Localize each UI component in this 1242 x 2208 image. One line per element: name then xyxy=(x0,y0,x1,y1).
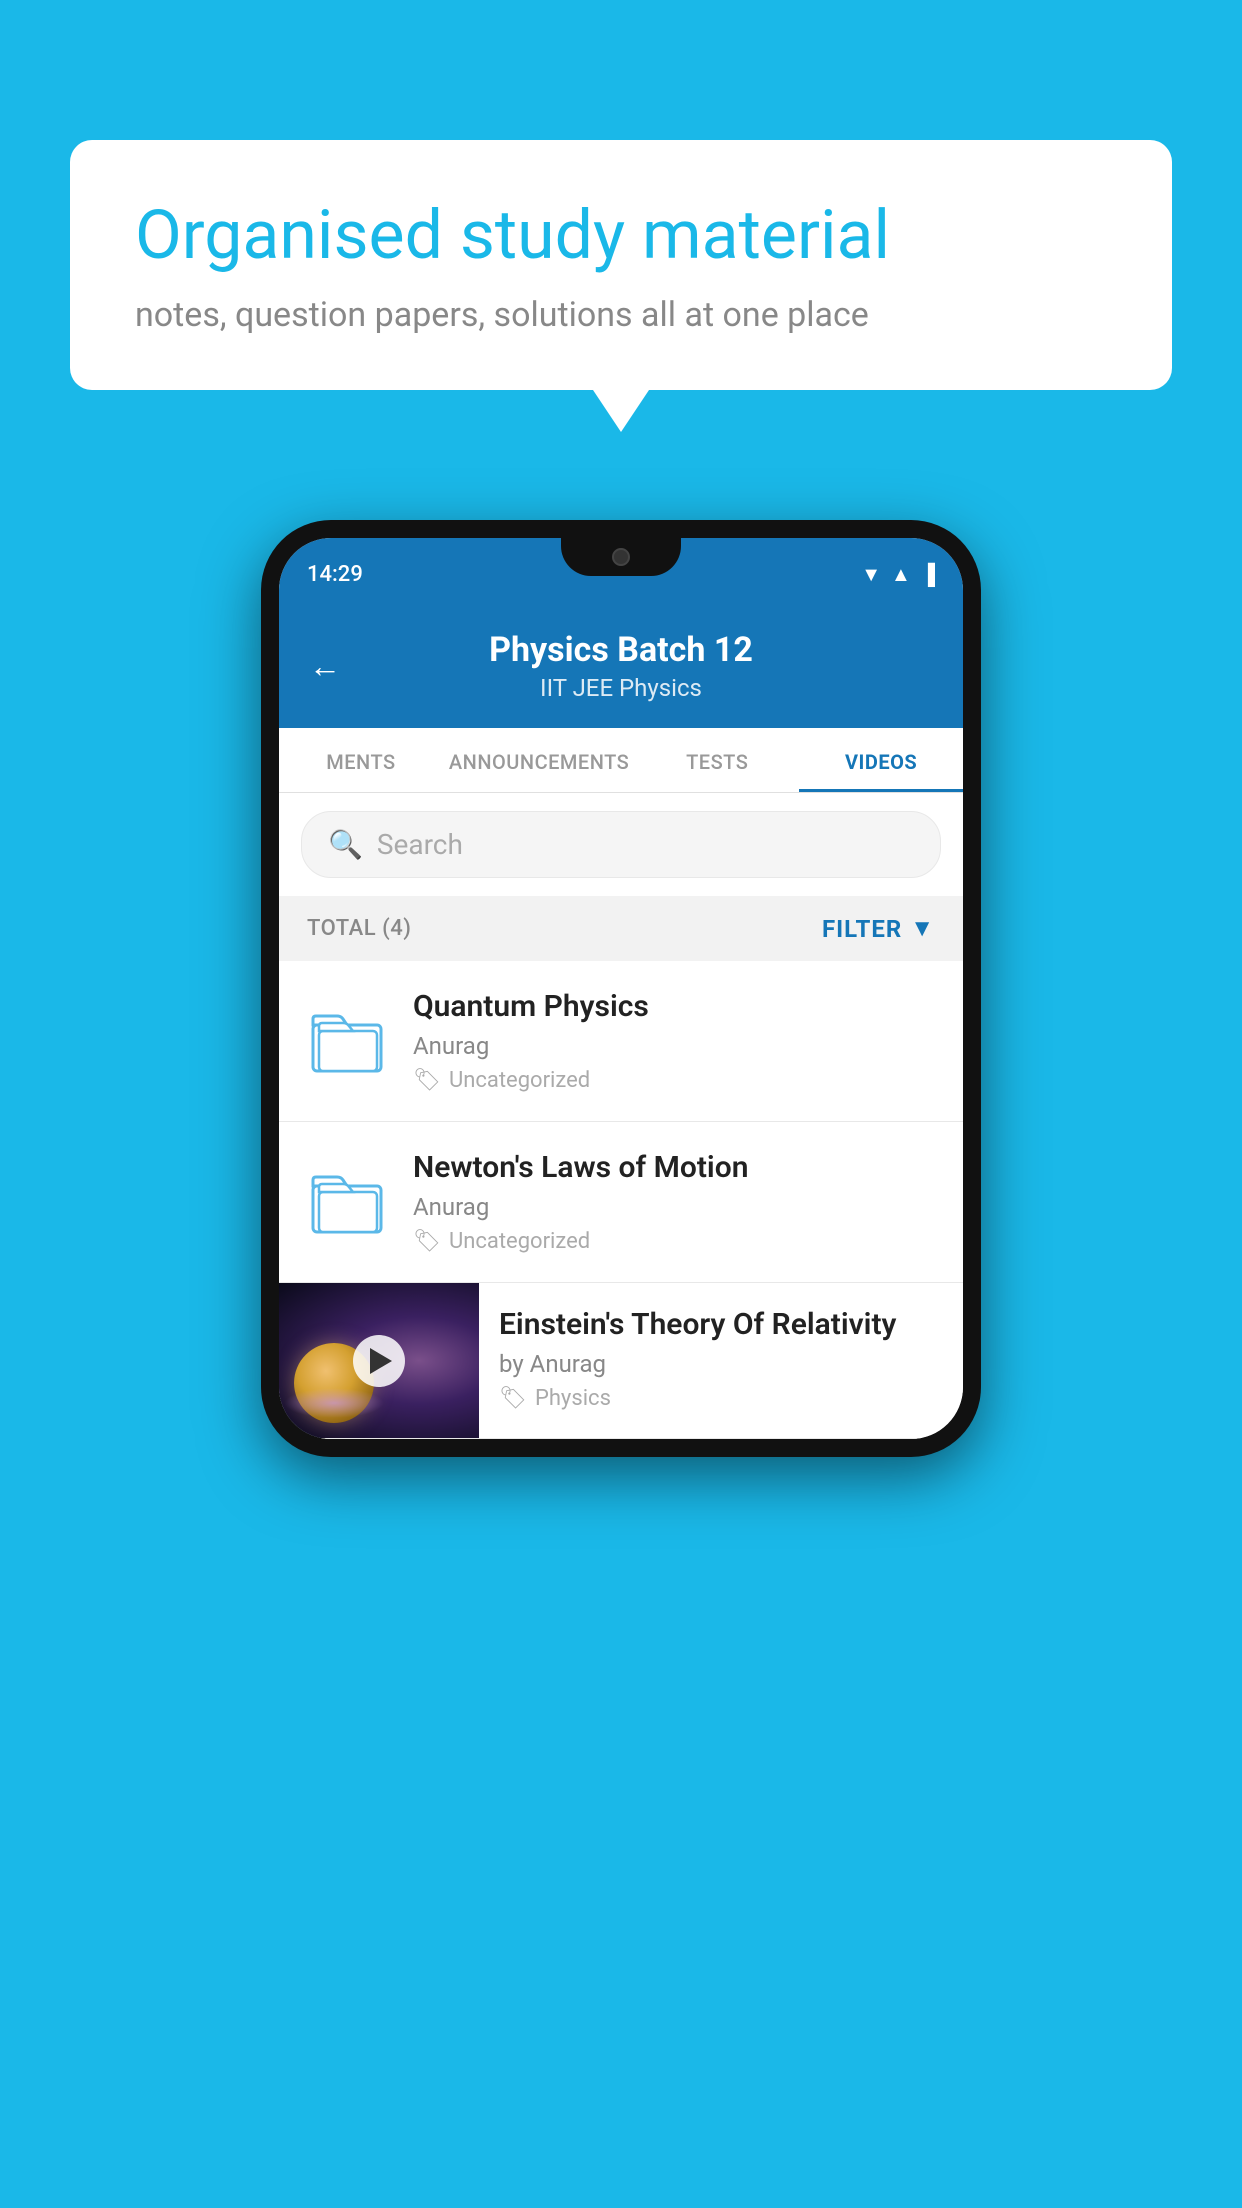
thumbnail-glow xyxy=(284,1388,384,1418)
wifi-icon: ▼ xyxy=(861,562,881,587)
list-item[interactable]: Einstein's Theory Of Relativity by Anura… xyxy=(279,1283,963,1439)
play-icon xyxy=(370,1348,392,1374)
folder-thumbnail-2 xyxy=(303,1158,391,1246)
list-item[interactable]: Quantum Physics Anurag 🏷 Uncategorized xyxy=(279,961,963,1122)
play-button[interactable] xyxy=(353,1335,405,1387)
folder-icon-2 xyxy=(311,1170,383,1235)
video-title-1: Quantum Physics xyxy=(413,989,939,1024)
video-author-1: Anurag xyxy=(413,1032,939,1060)
folder-thumbnail-1 xyxy=(303,997,391,1085)
tab-tests[interactable]: TESTS xyxy=(635,728,799,792)
einstein-tag-label: Physics xyxy=(535,1386,611,1411)
einstein-tag-icon: 🏷 xyxy=(499,1386,527,1411)
video-list: Quantum Physics Anurag 🏷 Uncategorized xyxy=(279,961,963,1439)
tag-row-1: 🏷 Uncategorized xyxy=(413,1068,939,1093)
einstein-title: Einstein's Theory Of Relativity xyxy=(499,1307,943,1342)
header-title-area: Physics Batch 12 IIT JEE Physics xyxy=(361,630,881,702)
filter-label: FILTER xyxy=(822,915,902,943)
tag-row-2: 🏷 Uncategorized xyxy=(413,1229,939,1254)
search-bar[interactable]: 🔍 Search xyxy=(301,811,941,878)
phone-notch xyxy=(561,538,681,576)
bubble-title: Organised study material xyxy=(135,195,1107,277)
search-icon: 🔍 xyxy=(328,828,363,861)
video-info-1: Quantum Physics Anurag 🏷 Uncategorized xyxy=(413,989,939,1093)
batch-subtitle: IIT JEE Physics xyxy=(361,674,881,702)
search-container: 🔍 Search xyxy=(279,793,963,896)
phone-body: 14:29 ▼ ▲ ▐ ← Physics Batch 12 IIT JEE P… xyxy=(261,520,981,1457)
app-header: ← Physics Batch 12 IIT JEE Physics xyxy=(279,610,963,728)
tag-label-2: Uncategorized xyxy=(449,1229,590,1254)
folder-icon-1 xyxy=(311,1009,383,1074)
signal-icon: ▲ xyxy=(891,562,911,587)
search-placeholder: Search xyxy=(377,828,463,861)
phone-screen: 14:29 ▼ ▲ ▐ ← Physics Batch 12 IIT JEE P… xyxy=(279,538,963,1439)
tag-icon-1: 🏷 xyxy=(413,1068,441,1093)
filter-icon: ▼ xyxy=(910,914,935,943)
speech-bubble-container: Organised study material notes, question… xyxy=(70,140,1172,390)
video-info-2: Newton's Laws of Motion Anurag 🏷 Uncateg… xyxy=(413,1150,939,1254)
phone-frame: 14:29 ▼ ▲ ▐ ← Physics Batch 12 IIT JEE P… xyxy=(261,520,981,1457)
einstein-author: by Anurag xyxy=(499,1350,943,1378)
video-title-2: Newton's Laws of Motion xyxy=(413,1150,939,1185)
tabs-bar: MENTS ANNOUNCEMENTS TESTS VIDEOS xyxy=(279,728,963,793)
status-time: 14:29 xyxy=(307,562,363,587)
tab-announcements[interactable]: ANNOUNCEMENTS xyxy=(443,728,635,792)
tab-ments[interactable]: MENTS xyxy=(279,728,443,792)
back-button[interactable]: ← xyxy=(309,647,341,685)
filter-button[interactable]: FILTER ▼ xyxy=(822,914,935,943)
speech-bubble: Organised study material notes, question… xyxy=(70,140,1172,390)
status-bar: 14:29 ▼ ▲ ▐ xyxy=(279,538,963,610)
einstein-thumbnail xyxy=(279,1283,479,1438)
tag-label-1: Uncategorized xyxy=(449,1068,590,1093)
video-author-2: Anurag xyxy=(413,1193,939,1221)
phone-camera xyxy=(612,548,630,566)
tag-icon-2: 🏷 xyxy=(413,1229,441,1254)
tab-videos[interactable]: VIDEOS xyxy=(799,728,963,792)
battery-icon: ▐ xyxy=(921,562,935,587)
filter-bar: TOTAL (4) FILTER ▼ xyxy=(279,896,963,961)
status-icons: ▼ ▲ ▐ xyxy=(861,562,935,587)
einstein-tag-row: 🏷 Physics xyxy=(499,1386,943,1411)
bubble-subtitle: notes, question papers, solutions all at… xyxy=(135,295,1107,335)
batch-title: Physics Batch 12 xyxy=(361,630,881,670)
list-item[interactable]: Newton's Laws of Motion Anurag 🏷 Uncateg… xyxy=(279,1122,963,1283)
total-count: TOTAL (4) xyxy=(307,916,411,941)
einstein-info: Einstein's Theory Of Relativity by Anura… xyxy=(479,1283,963,1435)
